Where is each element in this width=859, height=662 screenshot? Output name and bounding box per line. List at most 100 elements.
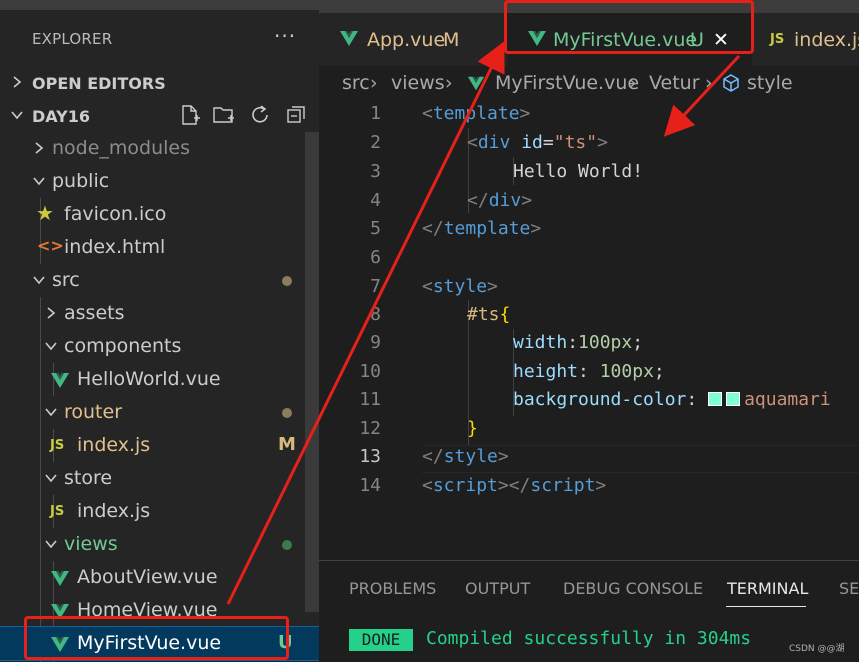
code-string: "ts" xyxy=(553,132,598,153)
symbol-cube-icon xyxy=(723,74,739,92)
code-value: aquamari xyxy=(744,389,831,410)
tree-file-store-index-js[interactable]: JS index.js xyxy=(0,495,319,528)
line-number: 7 xyxy=(370,276,381,297)
line-number: 3 xyxy=(370,161,381,182)
tree-item-label: components xyxy=(64,335,182,357)
code-tag: style xyxy=(432,276,488,297)
tree-file-helloworld-vue[interactable]: HelloWorld.vue xyxy=(0,363,319,396)
tree-folder-public[interactable]: public xyxy=(0,165,319,198)
code-line-14: <script></script> xyxy=(422,475,607,496)
tree-folder-router[interactable]: router xyxy=(0,396,319,429)
tree-folder-components[interactable]: components xyxy=(0,330,319,363)
breadcrumb-item[interactable]: src xyxy=(342,72,370,94)
untracked-dot xyxy=(282,540,292,550)
modified-dot xyxy=(282,408,292,418)
line-number: 8 xyxy=(370,304,381,325)
panel-tab-problems[interactable]: PROBLEMS xyxy=(349,579,436,598)
code-property: background-color xyxy=(513,389,687,410)
code-line-13: </style> xyxy=(422,446,509,467)
watermark: CSDN @@湖 xyxy=(789,644,845,654)
tree-item-label: router xyxy=(64,401,123,423)
explorer-title: EXPLORER xyxy=(32,30,113,48)
tree-item-label: store xyxy=(64,467,113,489)
tab-label: index.js xyxy=(794,29,859,51)
tree-file-router-index-js[interactable]: JS index.js M xyxy=(0,429,319,462)
panel-tab-debug-console[interactable]: DEBUG CONSOLE xyxy=(563,579,703,598)
new-file-icon[interactable] xyxy=(178,103,202,127)
breadcrumb-separator: › xyxy=(370,72,378,94)
tree-folder-views[interactable]: views xyxy=(0,528,319,561)
tree-folder-node-modules[interactable]: node_modules xyxy=(0,132,319,165)
code-line-2: <div id="ts"> xyxy=(467,132,608,153)
code-line-9: width:100px; xyxy=(513,332,644,353)
code-tag: template xyxy=(432,103,520,124)
color-swatch[interactable] xyxy=(708,392,723,406)
more-actions-icon[interactable]: ··· xyxy=(274,24,296,48)
breadcrumb-separator: › xyxy=(445,72,453,94)
tree-item-label: index.js xyxy=(77,434,151,456)
html-file-icon: <> xyxy=(37,236,64,255)
code-line-7: <style> xyxy=(422,276,498,297)
panel-tab-terminal[interactable]: TERMINAL xyxy=(727,579,808,598)
line-number-current: 13 xyxy=(359,446,381,467)
breadcrumb-item[interactable]: views xyxy=(391,72,445,94)
git-status-badge: M xyxy=(278,434,296,455)
line-number: 12 xyxy=(359,418,381,439)
annotation-box-tab xyxy=(504,0,754,54)
code-tag: div xyxy=(488,190,522,211)
panel-tab-search[interactable]: SE xyxy=(839,579,859,598)
annotation-box-file xyxy=(24,616,289,660)
new-folder-icon[interactable] xyxy=(212,103,236,127)
code-line-4: </div> xyxy=(467,190,533,211)
chevron-down-icon xyxy=(33,177,45,186)
line-number: 5 xyxy=(370,218,381,239)
code-tag: div xyxy=(477,132,511,153)
tree-folder-src[interactable]: src xyxy=(0,264,319,297)
open-editors-section[interactable]: OPEN EDITORS xyxy=(0,66,319,99)
line-number: 1 xyxy=(370,103,381,124)
tree-folder-store[interactable]: store xyxy=(0,462,319,495)
breadcrumb-item[interactable]: MyFirstVue.vue xyxy=(495,72,639,94)
breadcrumb-item[interactable]: style xyxy=(747,72,793,94)
tree-file-index-html[interactable]: <> index.html xyxy=(0,231,319,264)
chevron-down-icon xyxy=(33,276,45,285)
tab-app-vue[interactable]: App.vue M xyxy=(319,13,499,66)
explorer-sidebar: EXPLORER ··· OPEN EDITORS DAY16 node_mod… xyxy=(0,0,320,662)
code-tag: script xyxy=(432,475,498,496)
tree-item-label: node_modules xyxy=(52,137,191,159)
git-status-badge: M xyxy=(443,29,460,51)
chevron-down-icon xyxy=(45,540,57,549)
chevron-down-icon xyxy=(11,111,23,120)
breadcrumb-separator: › xyxy=(629,72,637,94)
tab-index-js[interactable]: JS index.js xyxy=(758,13,859,66)
code-line-5: </template> xyxy=(422,218,542,239)
color-swatch[interactable] xyxy=(726,392,741,406)
line-number: 6 xyxy=(370,247,381,268)
panel-tab-output[interactable]: OUTPUT xyxy=(465,579,530,598)
breadcrumb-item[interactable]: Vetur xyxy=(649,72,700,94)
code-line-1: <template> xyxy=(422,103,531,124)
tree-item-label: favicon.ico xyxy=(64,203,167,225)
active-tab-underline xyxy=(726,606,806,607)
line-number: 4 xyxy=(370,190,381,211)
code-line-11: background-color: aquamari xyxy=(513,389,831,410)
tree-item-label: index.js xyxy=(77,500,151,522)
collapse-all-icon[interactable] xyxy=(284,103,308,127)
chevron-right-icon xyxy=(13,76,22,88)
tree-item-label: assets xyxy=(64,302,125,324)
code-tag: style xyxy=(443,446,498,467)
code-line-3: Hello World! xyxy=(513,161,643,182)
chevron-down-icon xyxy=(45,474,57,483)
tree-item-label: AboutView.vue xyxy=(77,566,218,588)
tree-item-label: public xyxy=(52,170,110,192)
refresh-icon[interactable] xyxy=(248,103,272,127)
tree-file-aboutview-vue[interactable]: AboutView.vue xyxy=(0,561,319,594)
code-editor[interactable]: 1 2 3 4 5 6 7 8 9 10 11 12 13 14 <templa… xyxy=(319,100,859,560)
tree-file-favicon[interactable]: ★ favicon.ico xyxy=(0,198,319,231)
vue-file-icon xyxy=(467,76,485,91)
line-number: 9 xyxy=(370,332,381,353)
tree-folder-assets[interactable]: assets xyxy=(0,297,319,330)
tree-item-label: HelloWorld.vue xyxy=(77,368,221,390)
tree-item-label: index.html xyxy=(64,236,166,258)
code-property: width xyxy=(513,332,568,353)
